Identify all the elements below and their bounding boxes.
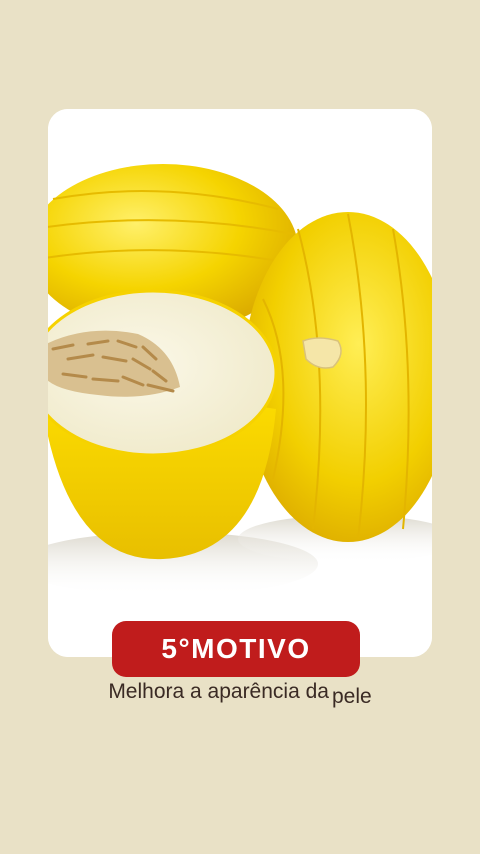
caption: Melhora a aparência da pele	[0, 680, 480, 708]
caption-main-text: Melhora a aparência da	[108, 680, 329, 703]
badge-label: 5°MOTIVO	[161, 633, 311, 664]
melon-photo	[48, 109, 432, 657]
caption-tail-text: pele	[331, 685, 372, 708]
reason-badge: 5°MOTIVO	[112, 621, 360, 677]
